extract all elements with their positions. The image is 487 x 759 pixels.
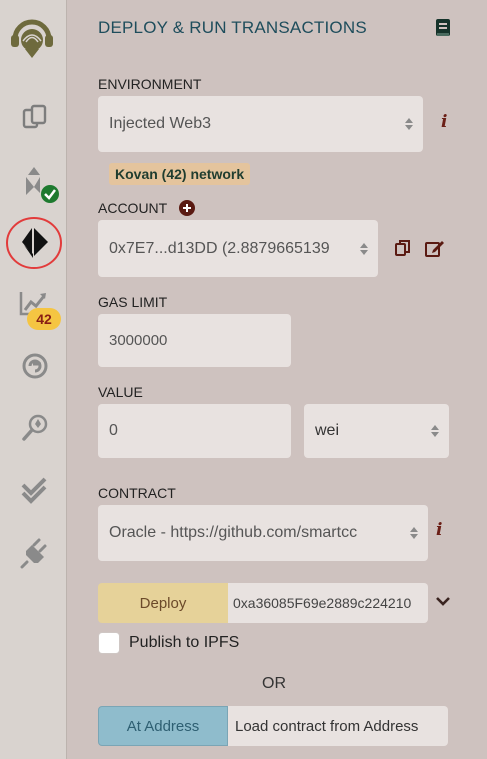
remix-logo-icon[interactable] [6, 10, 58, 62]
contract-label: CONTRACT [98, 485, 176, 501]
deploy-args-input[interactable]: 0xa36085F69e2889c224210 [228, 583, 428, 623]
unit-select[interactable]: wei [304, 404, 449, 458]
debugger-icon[interactable] [20, 351, 50, 381]
account-select[interactable]: 0x7E7...d13DD (2.8879665139 [98, 220, 378, 277]
select-arrows-icon [360, 242, 368, 255]
value-label: VALUE [98, 384, 143, 400]
search-icon[interactable] [18, 411, 52, 445]
unit-value: wei [315, 422, 340, 439]
chevron-down-icon[interactable] [434, 594, 452, 610]
edit-icon[interactable] [424, 238, 446, 258]
plugin-icon[interactable] [19, 536, 53, 570]
select-arrows-icon [405, 118, 413, 130]
copy-icon[interactable] [393, 238, 413, 258]
environment-select[interactable]: Injected Web3 [98, 96, 423, 152]
test-icon[interactable] [18, 474, 52, 506]
environment-info-icon[interactable]: i [441, 112, 447, 132]
gas-limit-input[interactable]: 3000000 [98, 314, 291, 367]
contract-select[interactable]: Oracle - https://github.com/smartcc [98, 505, 428, 561]
book-icon[interactable] [432, 17, 454, 39]
analytics-count-badge: 42 [27, 308, 61, 330]
at-address-button[interactable]: At Address [98, 706, 228, 746]
address-input[interactable]: Load contract from Address [228, 706, 448, 746]
account-label: ACCOUNT [98, 200, 168, 216]
publish-checkbox[interactable] [98, 632, 120, 654]
deploy-button[interactable]: Deploy [98, 583, 228, 623]
add-account-icon[interactable] [178, 199, 195, 216]
panel-title: DEPLOY & RUN TRANSACTIONS [98, 18, 367, 37]
icon-sidebar: 42 [0, 0, 67, 759]
select-arrows-icon [431, 425, 439, 437]
contract-value: Oracle - https://github.com/smartcc [109, 524, 358, 541]
environment-label: ENVIRONMENT [98, 76, 202, 92]
compiler-icon[interactable] [20, 163, 60, 205]
file-explorer-icon[interactable] [20, 102, 50, 132]
select-arrows-icon [410, 527, 418, 539]
account-value: 0x7E7...d13DD (2.8879665139 [109, 239, 330, 257]
deploy-run-panel: DEPLOY & RUN TRANSACTIONS ENVIRONMENT In… [67, 0, 487, 759]
network-badge: Kovan (42) network [109, 163, 251, 185]
contract-info-icon[interactable]: i [436, 520, 442, 540]
environment-value: Injected Web3 [109, 115, 211, 132]
gas-limit-label: GAS LIMIT [98, 294, 168, 310]
value-input[interactable]: 0 [98, 404, 291, 458]
ethereum-deploy-icon[interactable] [5, 216, 63, 270]
or-divider: OR [262, 675, 286, 692]
publish-label: Publish to IPFS [129, 634, 240, 651]
